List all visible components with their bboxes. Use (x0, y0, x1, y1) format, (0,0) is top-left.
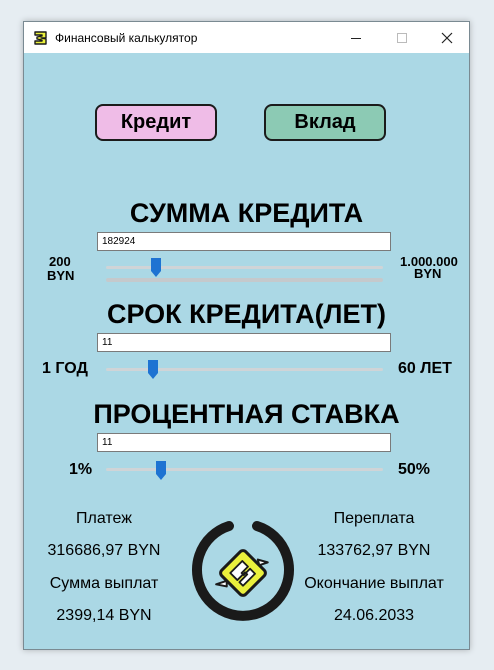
term-slider-thumb[interactable] (148, 360, 159, 379)
rate-input[interactable]: 11 (97, 433, 391, 452)
rate-heading: ПРОЦЕНТНАЯ СТАВКА (93, 399, 400, 429)
title-bar: Финансовый калькулятор (24, 22, 469, 53)
app-icon (34, 31, 47, 45)
overpayment-value: 133762,97 BYN (317, 542, 431, 559)
overpayment-label: Переплата (333, 510, 415, 527)
amount-input[interactable]: 182924 (97, 232, 391, 251)
app-logo (192, 521, 294, 621)
term-heading: СРОК КРЕДИТА(ЛЕТ) (107, 299, 386, 329)
term-input[interactable]: 11 (97, 333, 391, 352)
payoff-end-label: Окончание выплат (304, 575, 444, 592)
payment-value: 316686,97 BYN (47, 542, 161, 559)
term-max-label: 60 ЛЕТ (398, 360, 452, 377)
minimize-icon (351, 37, 361, 39)
payment-label: Платеж (76, 510, 132, 527)
payoff-end-value: 24.06.2033 (333, 607, 415, 624)
amount-min-value: 200 (49, 254, 71, 269)
credit-button[interactable]: Кредит (95, 104, 217, 141)
maximize-icon (397, 32, 407, 43)
minimize-button[interactable] (333, 22, 379, 53)
rate-slider-track[interactable] (106, 468, 383, 471)
rate-max-label: 50% (398, 461, 431, 478)
maximize-button[interactable] (379, 22, 425, 53)
close-icon (441, 32, 453, 43)
window-title: Финансовый калькулятор (55, 31, 198, 45)
amount-slider-track[interactable] (106, 266, 383, 269)
rate-slider-thumb[interactable] (156, 461, 167, 480)
calculator-window: Финансовый калькулятор Кредит Вклад СУММ… (23, 21, 470, 650)
term-min-label: 1 ГОД (42, 360, 88, 377)
total-payments-label: Сумма выплат (49, 575, 159, 592)
total-payments-value: 2399,14 BYN (56, 607, 152, 624)
amount-max-unit: BYN (414, 266, 442, 281)
amount-min-unit: BYN (47, 268, 75, 283)
deposit-button[interactable]: Вклад (264, 104, 386, 141)
close-button[interactable] (424, 22, 469, 53)
amount-slider-thumb[interactable] (150, 258, 161, 277)
amount-slider-tick-bar (106, 278, 383, 282)
amount-heading: СУММА КРЕДИТА (129, 198, 364, 228)
rate-min-label: 1% (69, 461, 93, 478)
